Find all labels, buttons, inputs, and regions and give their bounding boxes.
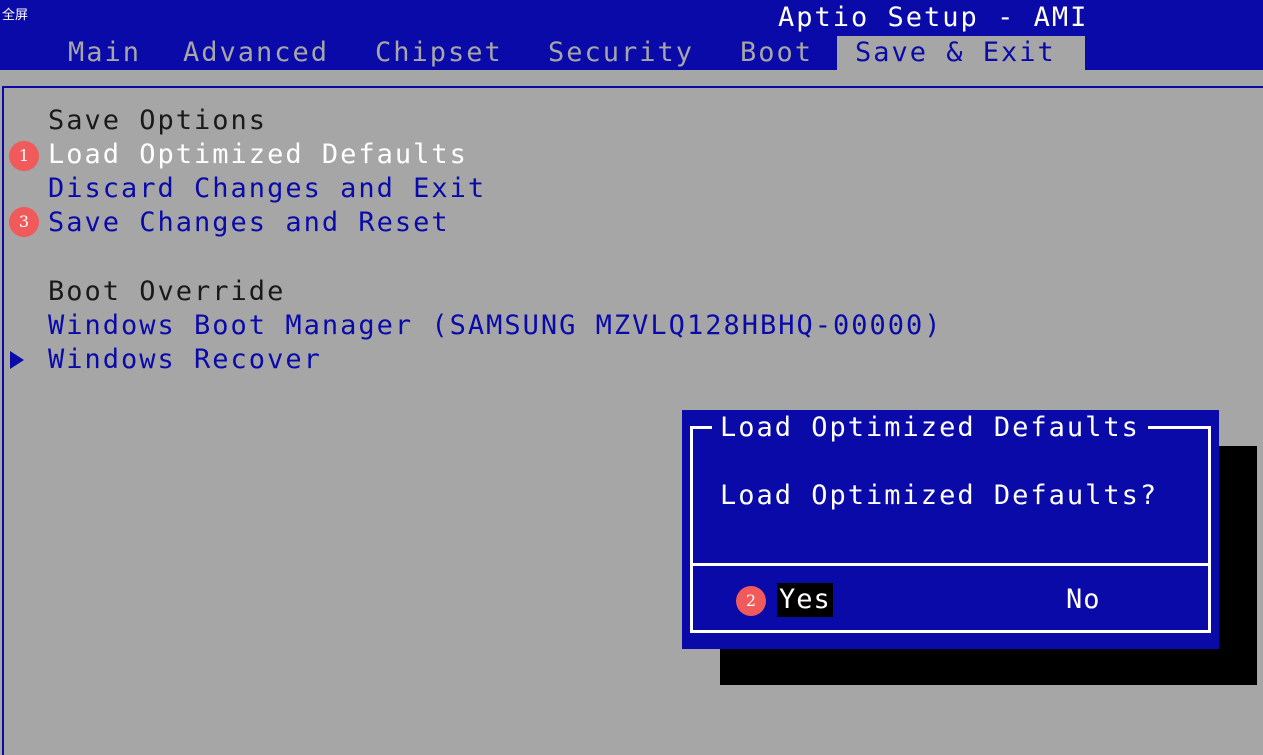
section-heading-boot-override: Boot Override <box>48 276 286 307</box>
confirm-dialog: Load Optimized Defaults Load Optimized D… <box>682 410 1219 649</box>
dialog-message: Load Optimized Defaults? <box>720 480 1159 511</box>
triangle-right-icon <box>10 351 24 369</box>
yes-button[interactable]: Yes <box>777 583 833 617</box>
section-heading-save-options: Save Options <box>48 105 268 136</box>
tab-advanced[interactable]: Advanced <box>183 36 329 70</box>
header-bar: Aptio Setup - AMI Main Advanced Chipset … <box>0 0 1263 70</box>
menu-item-load-optimized-defaults[interactable]: Load Optimized Defaults <box>48 138 468 172</box>
menu-item-save-changes-reset[interactable]: Save Changes and Reset <box>48 206 450 240</box>
annotation-badge-3: 3 <box>9 207 39 237</box>
menu-item-windows-recover[interactable]: Windows Recover <box>48 343 322 377</box>
dialog-divider <box>690 563 1211 566</box>
annotation-badge-2: 2 <box>736 586 766 616</box>
annotation-badge-1: 1 <box>9 141 39 171</box>
dialog-border <box>690 426 1211 633</box>
app-title: Aptio Setup - AMI <box>778 2 1089 33</box>
dialog-title: Load Optimized Defaults <box>712 412 1148 443</box>
tab-boot[interactable]: Boot <box>740 36 813 70</box>
fullscreen-label[interactable]: 全屏 <box>2 4 28 23</box>
tab-security[interactable]: Security <box>548 36 694 70</box>
tab-main[interactable]: Main <box>68 36 141 70</box>
menu-item-windows-boot-manager[interactable]: Windows Boot Manager (SAMSUNG MZVLQ128HB… <box>48 309 943 343</box>
no-button[interactable]: No <box>1064 583 1103 617</box>
tab-chipset[interactable]: Chipset <box>375 36 503 70</box>
menu-item-discard-changes-exit[interactable]: Discard Changes and Exit <box>48 172 486 206</box>
tab-save-exit[interactable]: Save & Exit <box>837 36 1085 70</box>
